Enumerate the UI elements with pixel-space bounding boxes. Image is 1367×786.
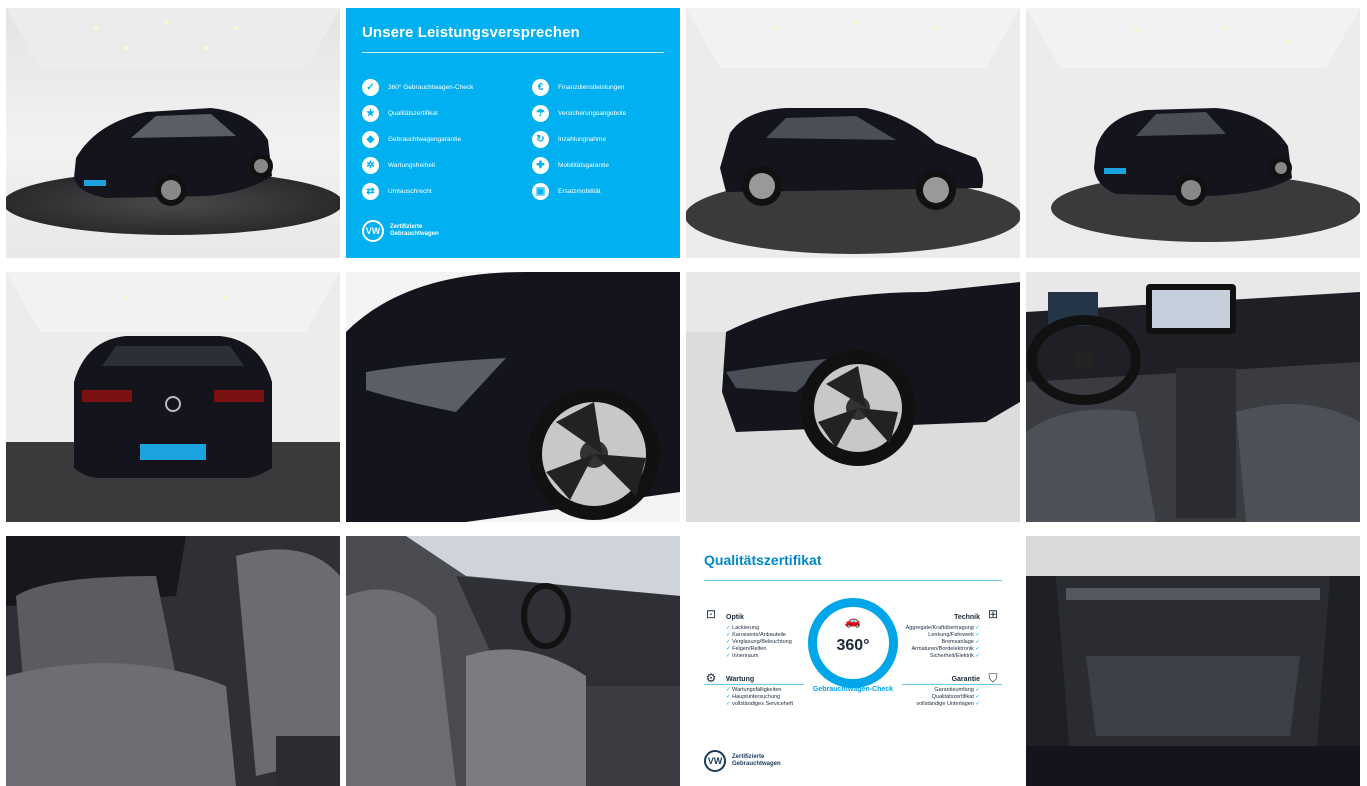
photo-rear-seats[interactable] [6,536,340,786]
badge-ring-text: Gebrauchtwagen-Check [812,686,894,693]
wartung-block: Wartung Wartungsfälligkeiten Hauptunters… [726,676,793,708]
car-photo [686,272,1020,522]
list-item: ★ Qualitätszertifikat [362,100,473,126]
vw-logo-icon: VW [362,220,384,242]
vw-certified-logo: VW Zertifizierte Gebrauchtwagen [362,220,439,242]
interior-photo [346,536,680,786]
trunk-photo [1026,536,1360,786]
car-photo [346,272,680,522]
garantie-block: Garantie Garantieumfang Qualitätszertifi… [916,676,980,708]
divider [704,580,1002,581]
exchange-icon: ⇄ [362,182,379,200]
photo-dashboard-interior[interactable] [1026,272,1360,522]
euro-icon: € [532,78,549,96]
vw-certified-logo: VW Zertifizierte Gebrauchtwagen [704,750,781,772]
info-qualitaetszertifikat[interactable]: Qualitätszertifikat ⊡ Optik Lackierung K… [686,536,1020,786]
service-icon: ⚙ [705,671,717,685]
list-item: ✓ 360° Gebrauchtwagen-Check [362,74,473,100]
list-item: ▣ Ersatzmobilität [532,178,626,204]
list-item: ✲ Wartungsfreiheit [362,152,473,178]
replacement-car-icon: ▣ [532,182,549,200]
car-photo [6,8,340,258]
car-photo [1026,8,1360,258]
info-leistungsversprechen[interactable]: Unsere Leistungsversprechen ✓ 360° Gebrau… [346,8,680,258]
car-photo [686,8,1020,258]
check-circle-icon: ✓ [362,78,379,96]
technik-block: Technik Aggregate/Kraftübertragung Lenku… [906,614,980,660]
list-item: ✚ Mobilitätsgarantie [532,152,626,178]
shield-check-icon: ⛉ [988,671,998,685]
photo-side-left-showroom[interactable] [686,8,1020,258]
trade-in-icon: ↻ [532,130,549,148]
wrench-icon: ✲ [362,156,379,174]
photo-headlight-wheel-closeup[interactable] [346,272,680,522]
car-check-icon: ⊞ [987,607,999,621]
certificate-icon: ★ [362,104,379,122]
list-item: ☂ Versicherungsangebote [532,100,626,126]
divider [362,52,664,53]
image-gallery-grid: Unsere Leistungsversprechen ✓ 360° Gebrau… [0,0,1367,786]
photo-front-wheel[interactable] [686,272,1020,522]
interior-photo [1026,272,1360,522]
photo-front-left-showroom[interactable] [6,8,340,258]
car-photo [6,272,340,522]
promise-title: Unsere Leistungsversprechen [362,24,580,41]
photo-trunk[interactable] [1026,536,1360,786]
car-icon: 🚗 [844,613,862,628]
photo-rear-showroom[interactable] [6,272,340,522]
certificate-title: Qualitätszertifikat [704,552,822,568]
photo-front-seats-side[interactable] [346,536,680,786]
vw-logo-icon: VW [704,750,726,772]
list-item: ◆ Gebrauchtwagengarantie [362,126,473,152]
photo-rear-right-showroom[interactable] [1026,8,1360,258]
umbrella-icon: ☂ [532,104,549,122]
interior-photo [6,536,340,786]
check-360-badge: 🚗 360° [808,598,898,688]
promise-left-list: ✓ 360° Gebrauchtwagen-Check ★ Qualitätszer… [362,74,473,204]
list-item: € Finanzdienstleistungen [532,74,626,100]
mobility-icon: ✚ [532,156,549,174]
optik-block: Optik Lackierung Karosserie/Anbauteile V… [726,614,792,660]
list-item: ↻ Inzahlungnahme [532,126,626,152]
shield-icon: ◆ [362,130,379,148]
list-item: ⇄ Umtauschrecht [362,178,473,204]
car-optik-icon: ⊡ [705,607,717,621]
promise-right-list: € Finanzdienstleistungen ☂ Versicherungsan… [532,74,626,204]
